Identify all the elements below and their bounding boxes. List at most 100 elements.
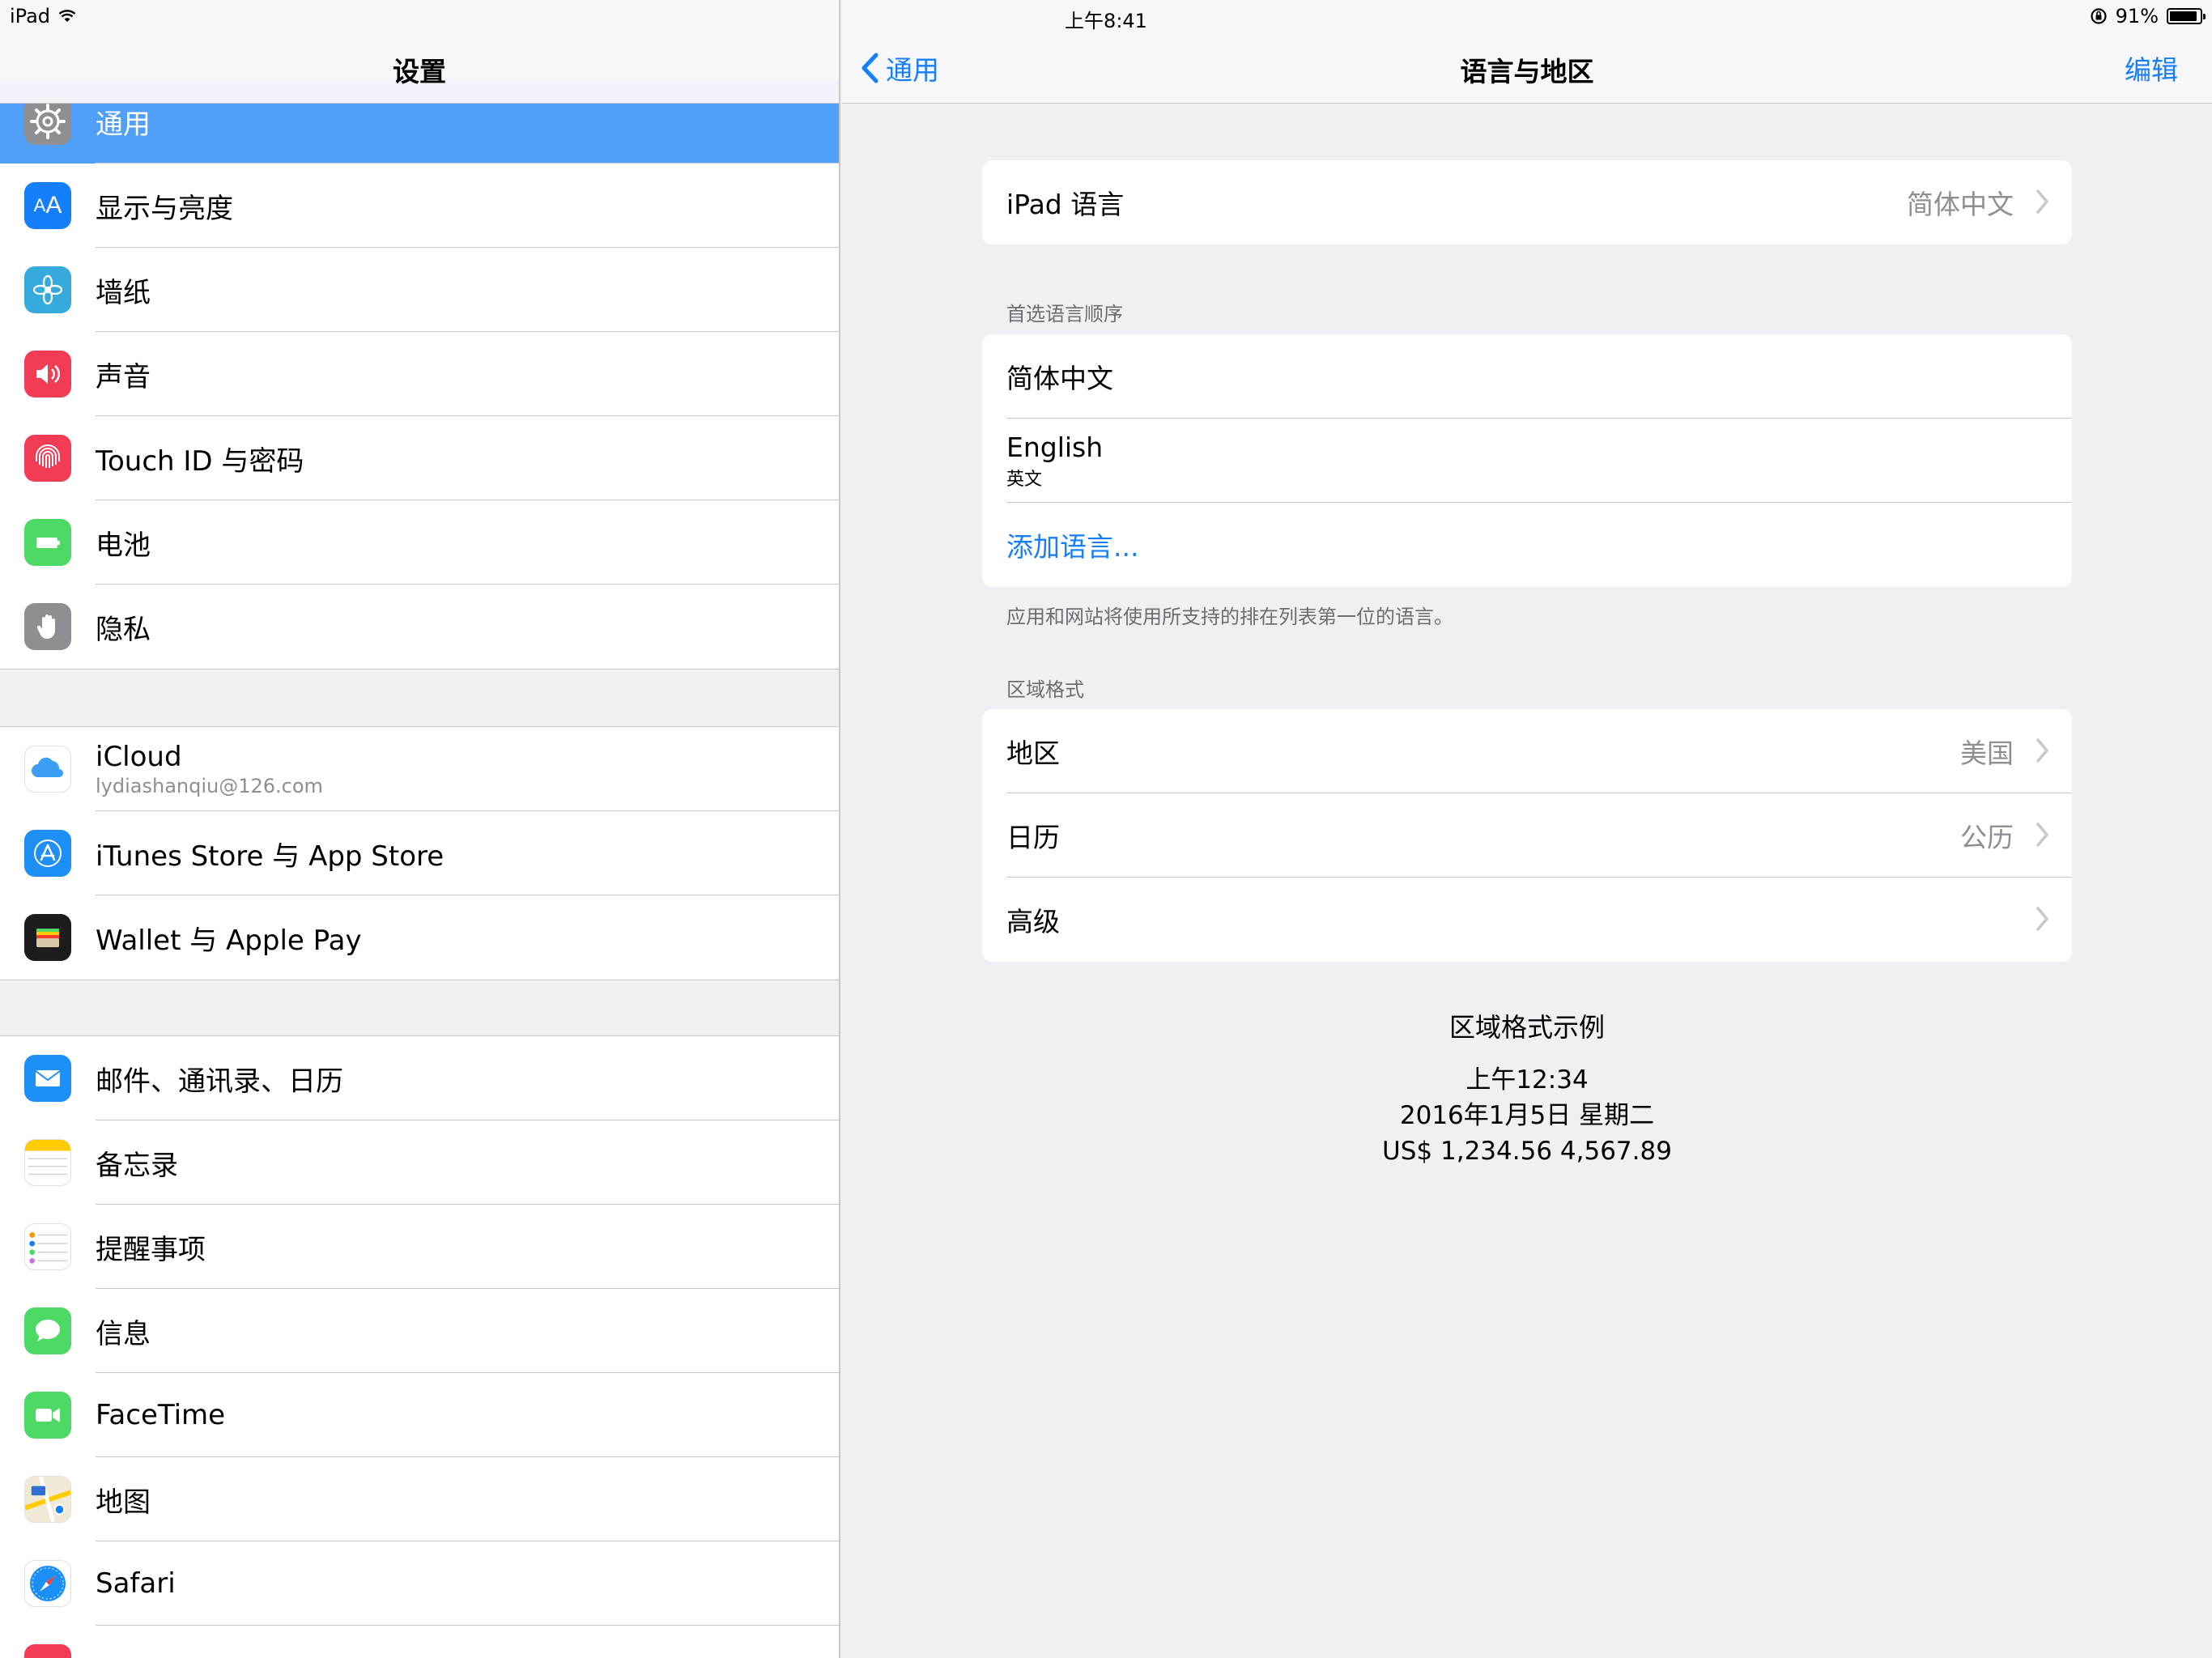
sidebar-item-privacy[interactable]: 隐私 bbox=[0, 585, 839, 669]
display-brightness-icon: AA bbox=[24, 182, 71, 229]
region-format-example: 区域格式示例 上午12:34 2016年1月5日 星期二 US$ 1,234.5… bbox=[982, 1007, 2072, 1169]
status-time: 上午8:41 bbox=[1065, 10, 1147, 32]
sidebar-item-label: 通用 bbox=[96, 108, 151, 141]
language-region-detail-pane: 通用 语言与地区 编辑 iPad 语言 简体中文 首选语言顺序 简体中文 Eng… bbox=[842, 0, 2212, 1658]
sidebar-item-label: 声音 bbox=[96, 360, 151, 393]
sidebar-item-wallpaper[interactable]: 墙纸 bbox=[0, 248, 839, 332]
preferred-language-row[interactable]: 简体中文 bbox=[982, 334, 2072, 419]
sidebar-item-label: 提醒事项 bbox=[96, 1233, 206, 1266]
ipad-language-card: iPad 语言 简体中文 bbox=[982, 160, 2072, 244]
sidebar-item-label: Touch ID 与密码 bbox=[96, 444, 304, 478]
icloud-icon bbox=[24, 746, 71, 793]
battery-icon bbox=[2167, 8, 2206, 24]
rotation-lock-icon bbox=[2091, 8, 2107, 24]
wallpaper-flower-icon bbox=[24, 266, 71, 313]
preferred-language-row[interactable]: English 英文 bbox=[982, 419, 2072, 503]
sidebar-item-maps[interactable]: 地图 bbox=[0, 1457, 839, 1541]
sidebar-item-label: 墙纸 bbox=[96, 276, 151, 309]
fingerprint-icon bbox=[24, 435, 71, 482]
advanced-label: 高级 bbox=[1006, 906, 1060, 937]
preferred-language-label: English bbox=[1006, 431, 1104, 463]
messages-icon bbox=[24, 1307, 71, 1354]
calendar-value: 公历 bbox=[1960, 822, 2014, 853]
sidebar-item-notes[interactable]: 备忘录 bbox=[0, 1120, 839, 1205]
sidebar-item-sounds[interactable]: 声音 bbox=[0, 332, 839, 416]
facetime-icon bbox=[24, 1392, 71, 1439]
edit-button[interactable]: 编辑 bbox=[2125, 49, 2178, 87]
battery-icon bbox=[24, 519, 71, 566]
settings-group-3: 邮件、通讯录、日历 备忘录 提醒事项 信息 FaceTime 地图 Safari bbox=[0, 1035, 839, 1658]
icloud-account-email: lydiashanqiu@126.com bbox=[96, 775, 323, 797]
sidebar-item-safari[interactable]: Safari bbox=[0, 1541, 839, 1626]
settings-master-pane: 设置 通用 A A 显示与亮度 墙纸 声音 Touch ID 与密码 电池 隐私… bbox=[0, 0, 840, 1658]
chevron-right-icon bbox=[2036, 738, 2048, 763]
mail-icon bbox=[24, 1055, 71, 1102]
status-right: 91% bbox=[2090, 5, 2206, 28]
battery-fill bbox=[2170, 11, 2197, 21]
sidebar-item-wallet[interactable]: Wallet 与 Apple Pay bbox=[0, 895, 839, 980]
calendar-label: 日历 bbox=[1006, 822, 1060, 853]
battery-percent: 91% bbox=[2115, 5, 2159, 28]
preferred-language-header: 首选语言顺序 bbox=[1006, 303, 1123, 325]
sidebar-item-messages[interactable]: 信息 bbox=[0, 1289, 839, 1373]
region-value: 美国 bbox=[1960, 738, 2014, 769]
preferred-languages-card: 简体中文 English 英文 添加语言... bbox=[982, 334, 2072, 587]
sidebar-item-itunes-app-store[interactable]: iTunes Store 与 App Store bbox=[0, 811, 839, 895]
chevron-right-icon bbox=[2036, 189, 2048, 214]
sidebar-item-label: 地图 bbox=[96, 1486, 151, 1519]
reminders-icon bbox=[24, 1223, 71, 1270]
sidebar-item-label: 邮件、通讯录、日历 bbox=[96, 1065, 343, 1098]
sidebar-item-label: iCloud bbox=[96, 741, 182, 773]
settings-group-1: 通用 AA 显示与亮度 墙纸 声音 Touch ID 与密码 电池 隐私 bbox=[0, 79, 839, 670]
master-title: 设置 bbox=[393, 56, 446, 87]
maps-icon bbox=[24, 1476, 71, 1523]
sidebar-item-touch-id[interactable]: Touch ID 与密码 bbox=[0, 416, 839, 500]
ipad-language-label: iPad 语言 bbox=[1006, 189, 1125, 220]
ipad-language-value: 简体中文 bbox=[1907, 189, 2014, 220]
add-language-button[interactable]: 添加语言... bbox=[1006, 525, 1138, 564]
hand-icon bbox=[24, 603, 71, 650]
chevron-right-icon bbox=[2036, 907, 2048, 931]
page-title: 语言与地区 bbox=[1460, 56, 1594, 87]
preferred-language-footer: 应用和网站将使用所支持的排在列表第一位的语言。 bbox=[1006, 606, 1453, 628]
sidebar-item-label: Safari bbox=[96, 1567, 176, 1600]
sidebar-item-reminders[interactable]: 提醒事项 bbox=[0, 1205, 839, 1289]
preferred-language-sublabel: 英文 bbox=[1006, 469, 1043, 490]
region-row[interactable]: 地区 美国 bbox=[982, 709, 2072, 793]
status-bar: iPad 上午8:41 91% bbox=[0, 0, 2212, 32]
chevron-right-icon bbox=[2036, 823, 2048, 847]
add-language-row[interactable]: 添加语言... bbox=[982, 503, 2072, 587]
sidebar-item-partial[interactable] bbox=[0, 1626, 839, 1658]
region-label: 地区 bbox=[1006, 738, 1060, 769]
sidebar-item-label: 隐私 bbox=[96, 613, 151, 646]
sidebar-item-label: 信息 bbox=[96, 1317, 151, 1350]
notes-icon bbox=[24, 1139, 71, 1186]
region-example-numbers: US$ 1,234.56 4,567.89 bbox=[1382, 1137, 1672, 1166]
app-icon bbox=[24, 1644, 71, 1658]
sidebar-item-label: 电池 bbox=[96, 529, 151, 562]
sidebar-item-label: Wallet 与 Apple Pay bbox=[96, 924, 362, 957]
region-example-title: 区域格式示例 bbox=[1448, 1012, 1605, 1043]
calendar-row[interactable]: 日历 公历 bbox=[982, 793, 2072, 878]
sidebar-item-label: 显示与亮度 bbox=[96, 192, 233, 225]
speaker-icon bbox=[24, 351, 71, 397]
region-example-time: 上午12:34 bbox=[1465, 1065, 1589, 1095]
ipad-language-row[interactable]: iPad 语言 简体中文 bbox=[982, 160, 2072, 244]
sidebar-item-display[interactable]: AA 显示与亮度 bbox=[0, 164, 839, 248]
gear-icon bbox=[24, 98, 71, 145]
preferred-language-label: 简体中文 bbox=[1006, 363, 1113, 394]
sidebar-item-label: iTunes Store 与 App Store bbox=[96, 840, 445, 873]
sidebar-item-mail-contacts-calendars[interactable]: 邮件、通讯录、日历 bbox=[0, 1036, 839, 1120]
region-format-card: 地区 美国 日历 公历 高级 bbox=[982, 709, 2072, 962]
region-format-header: 区域格式 bbox=[1006, 678, 1084, 701]
sidebar-item-battery[interactable]: 电池 bbox=[0, 500, 839, 585]
advanced-row[interactable]: 高级 bbox=[982, 878, 2072, 962]
sidebar-item-label: 备忘录 bbox=[96, 1149, 178, 1182]
region-example-date: 2016年1月5日 星期二 bbox=[1399, 1101, 1655, 1130]
app-store-icon bbox=[24, 830, 71, 877]
safari-icon bbox=[24, 1560, 71, 1607]
sidebar-item-icloud[interactable]: iCloud lydiashanqiu@126.com bbox=[0, 727, 839, 811]
sidebar-item-label: FaceTime bbox=[96, 1399, 226, 1431]
sidebar-item-facetime[interactable]: FaceTime bbox=[0, 1373, 839, 1457]
settings-group-2: iCloud lydiashanqiu@126.com iTunes Store… bbox=[0, 726, 839, 980]
